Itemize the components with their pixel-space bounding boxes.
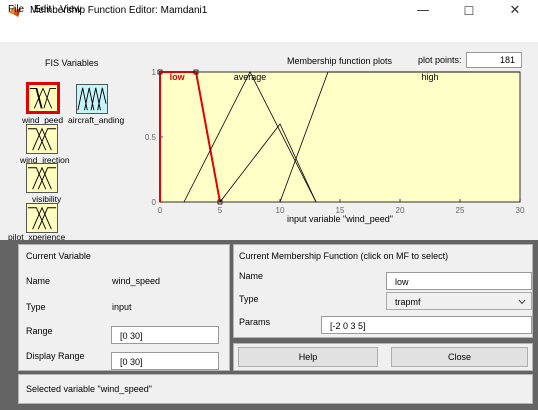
y-tick-label: 1 xyxy=(152,68,157,77)
fis-variables-title: FIS Variables xyxy=(45,58,99,68)
x-tick-label: 0 xyxy=(158,206,163,215)
y-tick-label: 0.5 xyxy=(145,133,157,142)
variable-label-aircraft-landing: aircraft_anding xyxy=(68,115,125,125)
variable-box-visibility[interactable] xyxy=(26,163,58,193)
plot-area xyxy=(159,71,521,203)
chevron-down-icon xyxy=(518,299,526,305)
current-variable-title: Current Variable xyxy=(26,251,91,261)
mf-thumbnail-icon xyxy=(27,166,57,190)
variable-box-pilot-experience[interactable] xyxy=(26,203,58,233)
status-text: Selected variable "wind_speed" xyxy=(26,384,152,394)
mf-params-label: Params xyxy=(239,317,271,327)
mf-label-high[interactable]: high xyxy=(421,72,438,82)
mf-thumbnail-icon xyxy=(27,206,57,230)
close-button[interactable]: Close xyxy=(391,347,528,367)
variable-type-label: Type xyxy=(26,302,46,312)
variable-type-value: input xyxy=(112,302,132,312)
menu-file[interactable]: File xyxy=(8,4,24,15)
mf-label-average[interactable]: average xyxy=(234,72,267,82)
mf-type-label: Type xyxy=(239,294,259,304)
menu-bar xyxy=(0,22,538,42)
maximize-button[interactable]: ☐ xyxy=(446,0,492,22)
variable-name-label: Name xyxy=(26,276,51,286)
y-tick-label: 0 xyxy=(152,198,157,207)
variable-box-aircraft-landing[interactable] xyxy=(76,84,108,114)
mf-name-input[interactable]: low xyxy=(386,272,532,290)
variable-name-value: wind_speed xyxy=(112,276,161,286)
x-tick-label: 5 xyxy=(218,206,223,215)
mf-thumbnail-icon xyxy=(27,127,57,151)
variable-box-wind-speed[interactable] xyxy=(26,82,60,114)
mf-type-value: trapmf xyxy=(395,297,421,307)
minimize-button[interactable]: — xyxy=(400,0,446,22)
mf-thumbnail-icon xyxy=(77,87,107,111)
x-tick-label: 25 xyxy=(456,206,465,215)
window-title: Membership Function Editor: Mamdani1 xyxy=(30,5,208,16)
x-tick-label: 20 xyxy=(396,206,405,215)
variable-box-wind-direction[interactable] xyxy=(26,124,58,154)
mf-label-low[interactable]: low xyxy=(170,72,186,82)
mf-thumbnail-icon xyxy=(29,87,57,109)
mf-params-input[interactable]: [-2 0 3 5] xyxy=(321,316,532,334)
display-range-input[interactable]: [0 30] xyxy=(111,352,219,370)
range-input[interactable]: [0 30] xyxy=(111,326,219,344)
membership-function-plot[interactable]: 0 5 10 15 20 25 3000.51 low average high input v… xyxy=(140,62,538,240)
x-tick-label: 30 xyxy=(516,206,525,215)
display-range-label: Display Range xyxy=(26,351,85,361)
help-button[interactable]: Help xyxy=(238,347,378,367)
menu-edit[interactable]: Edit xyxy=(34,4,51,15)
close-window-button[interactable]: ✕ xyxy=(492,0,538,22)
x-axis-label: input variable "wind_peed" xyxy=(287,214,393,224)
range-label: Range xyxy=(26,326,53,336)
mf-type-select[interactable]: trapmf xyxy=(386,292,532,310)
mf-name-label: Name xyxy=(239,271,264,281)
menu-view[interactable]: View xyxy=(60,4,82,15)
current-mf-title: Current Membership Function (click on MF… xyxy=(239,251,449,261)
x-tick-label: 10 xyxy=(276,206,285,215)
